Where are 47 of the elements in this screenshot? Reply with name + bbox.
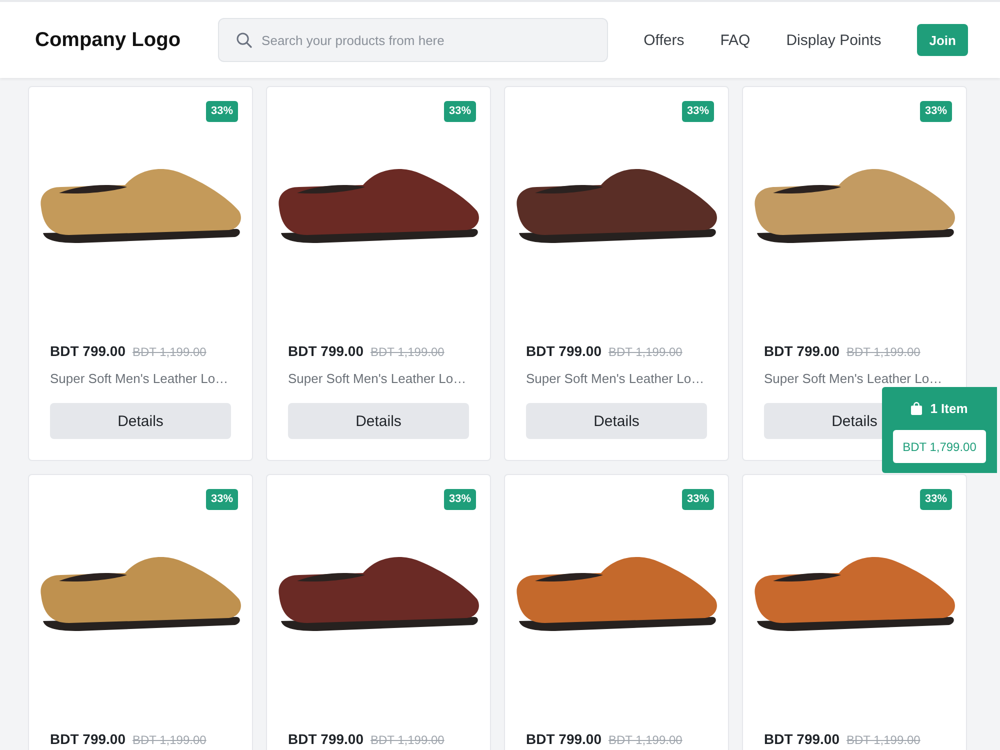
original-price: BDT 1,199.00 (846, 344, 920, 361)
product-name[interactable]: Super Soft Men's Leather Lo… (764, 370, 945, 388)
details-button[interactable]: Details (288, 403, 469, 439)
shopping-bag-icon (911, 402, 922, 414)
discount-badge: 33% (682, 101, 714, 122)
product-name[interactable]: Super Soft Men's Leather Lo… (50, 370, 231, 388)
product-card[interactable]: 33% BDT 799.00 BDT 1,199.00 (504, 474, 729, 750)
details-button[interactable]: Details (526, 403, 707, 439)
details-button[interactable]: Details (50, 403, 231, 439)
original-price: BDT 1,199.00 (370, 344, 444, 361)
original-price: BDT 1,199.00 (608, 344, 682, 361)
product-price: BDT 799.00 (764, 730, 840, 748)
discount-badge: 33% (920, 489, 952, 510)
product-card[interactable]: 33% BDT 799.00 BDT 1,199.00 (28, 474, 253, 750)
product-card[interactable]: 33% BDT 799.00 BDT 1,199.00 (742, 474, 967, 750)
cart-total: BDT 1,799.00 (893, 430, 986, 463)
product-price: BDT 799.00 (764, 342, 840, 360)
company-logo[interactable]: Company Logo (35, 28, 181, 52)
search-icon (236, 32, 252, 48)
original-price: BDT 1,199.00 (132, 732, 206, 749)
original-price: BDT 1,199.00 (608, 732, 682, 749)
product-name[interactable]: Super Soft Men's Leather Lo… (288, 370, 469, 388)
product-price: BDT 799.00 (50, 342, 126, 360)
nav-link[interactable]: Offers (644, 32, 684, 48)
discount-badge: 33% (920, 101, 952, 122)
product-price: BDT 799.00 (526, 730, 602, 748)
product-card[interactable]: 33% BDT 799.00 BDT 1,199.00 Super Soft Men's Leather Lo… Details (504, 86, 729, 461)
product-card[interactable]: 33% BDT 799.00 BDT 1,199.00 Super Soft Men's Leather Lo… Details (28, 86, 253, 461)
discount-badge: 33% (206, 101, 238, 122)
discount-badge: 33% (206, 489, 238, 510)
product-price: BDT 799.00 (288, 730, 364, 748)
product-card[interactable]: 33% BDT 799.00 BDT 1,199.00 Super Soft Men's Leather Lo… Details (266, 86, 491, 461)
product-price: BDT 799.00 (50, 730, 126, 748)
product-price: BDT 799.00 (288, 342, 364, 360)
nav-link[interactable]: FAQ (720, 32, 750, 48)
nav-link[interactable]: Display Points (786, 32, 882, 48)
discount-badge: 33% (444, 489, 476, 510)
product-name[interactable]: Super Soft Men's Leather Lo… (526, 370, 707, 388)
original-price: BDT 1,199.00 (132, 344, 206, 361)
search-input[interactable]: Search your products from here (262, 30, 595, 50)
original-price: BDT 1,199.00 (370, 732, 444, 749)
product-card[interactable]: 33% BDT 799.00 BDT 1,199.00 (266, 474, 491, 750)
discount-badge: 33% (682, 489, 714, 510)
product-price: BDT 799.00 (526, 342, 602, 360)
search-field[interactable]: Search your products from here (218, 18, 608, 62)
original-price: BDT 1,199.00 (846, 732, 920, 749)
discount-badge: 33% (444, 101, 476, 122)
